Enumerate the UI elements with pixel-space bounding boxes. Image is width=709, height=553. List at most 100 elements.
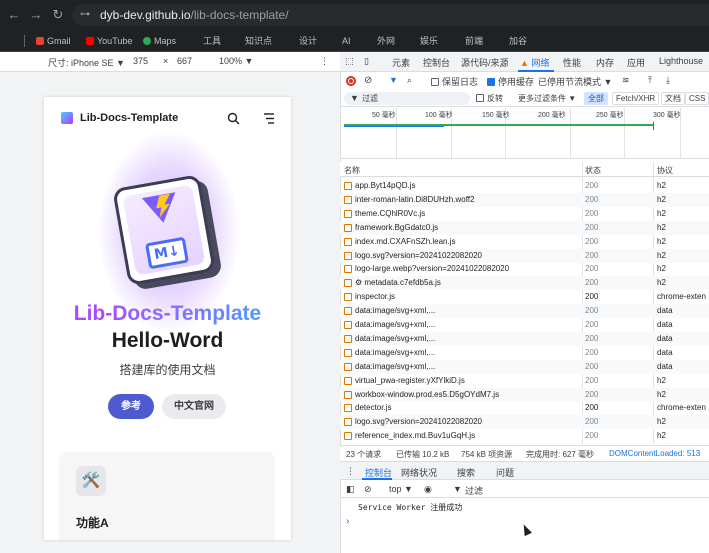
inspect-icon[interactable]: ⬚ bbox=[345, 56, 354, 67]
console-filter-input[interactable]: 过滤 bbox=[465, 484, 483, 497]
column-protocol[interactable]: 协议 bbox=[657, 165, 673, 176]
request-name[interactable]: detector.js bbox=[355, 403, 391, 412]
timeline-tick: 100 毫秒 bbox=[425, 112, 453, 119]
filter-all-chip[interactable]: 全部 bbox=[584, 92, 608, 105]
clear-icon[interactable]: ⊘ bbox=[364, 75, 372, 86]
feature-card[interactable]: 🛠️ 功能A bbox=[59, 452, 275, 540]
device-toggle-icon[interactable]: ▯ bbox=[364, 56, 369, 67]
request-name[interactable]: logo.svg?version=20241022082020 bbox=[355, 251, 482, 260]
bookmark-folder[interactable]: AI bbox=[342, 34, 351, 48]
request-name[interactable]: data:image/svg+xml,... bbox=[355, 306, 435, 315]
device-width-input[interactable]: 375 bbox=[133, 56, 148, 66]
bookmark-folder[interactable]: 知识点 bbox=[245, 34, 272, 48]
filter-css-chip[interactable]: CSS bbox=[685, 92, 709, 105]
tab-memory[interactable]: 内存 bbox=[596, 56, 614, 69]
preserve-log-checkbox[interactable]: 保留日志 bbox=[431, 75, 478, 88]
download-icon[interactable]: ⤓ bbox=[666, 75, 670, 86]
tab-performance[interactable]: 性能 bbox=[563, 56, 581, 69]
timeline-tick: 300 毫秒 bbox=[653, 112, 681, 119]
request-name[interactable]: workbox-window.prod.es5.D5gOYdM7.js bbox=[355, 390, 499, 399]
bookmark-folder[interactable]: 外网 bbox=[377, 34, 395, 48]
filter-doc-chip[interactable]: 文档 bbox=[661, 92, 685, 105]
column-name[interactable]: 名称 bbox=[344, 165, 360, 176]
console-prompt[interactable]: › bbox=[346, 516, 349, 527]
file-type-icon bbox=[344, 321, 352, 329]
request-name[interactable]: app.Byt14pQD.js bbox=[355, 181, 415, 190]
forward-icon[interactable]: → bbox=[28, 7, 44, 23]
request-name[interactable]: data:image/svg+xml,... bbox=[355, 334, 435, 343]
context-select[interactable]: top ▼ bbox=[389, 484, 413, 494]
request-name[interactable]: data:image/svg+xml,... bbox=[355, 362, 435, 371]
drawer-tab-search[interactable]: 搜索 bbox=[457, 466, 475, 479]
sidebar-toggle-icon[interactable]: ◧ bbox=[346, 484, 355, 495]
filter-fetch-chip[interactable]: Fetch/XHR bbox=[612, 92, 660, 105]
back-icon[interactable]: ← bbox=[6, 7, 22, 23]
official-site-button[interactable]: 中文官网 bbox=[162, 394, 226, 419]
reference-button[interactable]: 参考 bbox=[108, 394, 154, 419]
site-logo-icon[interactable] bbox=[61, 112, 73, 124]
upload-icon[interactable]: ⤒ bbox=[648, 75, 652, 86]
bookmark-folder[interactable]: 设计 bbox=[299, 34, 317, 48]
bookmark-folder[interactable]: 娱乐 bbox=[420, 34, 438, 48]
request-name[interactable]: theme.CQhlR0Vc.js bbox=[355, 209, 425, 218]
site-info-icon[interactable]: ⊶ bbox=[80, 9, 92, 21]
tab-sources[interactable]: 源代码/来源 bbox=[461, 56, 509, 69]
file-type-icon bbox=[344, 210, 352, 218]
invert-checkbox[interactable]: 反转 bbox=[476, 93, 503, 104]
clear-console-icon[interactable]: ⊘ bbox=[364, 484, 372, 495]
request-name[interactable]: data:image/svg+xml,... bbox=[355, 320, 435, 329]
wifi-icon[interactable]: ≋ bbox=[622, 75, 630, 86]
request-name[interactable]: framework.BgGdatc0.js bbox=[355, 223, 438, 232]
live-expression-icon[interactable]: ◉ bbox=[424, 484, 432, 495]
request-name[interactable]: inter-roman-latin.Di8DUHzh.woff2 bbox=[355, 195, 474, 204]
tab-console[interactable]: 控制台 bbox=[423, 56, 450, 69]
bookmark-folder[interactable]: 工具 bbox=[203, 34, 221, 48]
bookmark-gmail[interactable]: Gmail bbox=[36, 34, 71, 48]
request-name[interactable]: logo.svg?version=20241022082020 bbox=[355, 417, 482, 426]
site-title[interactable]: Lib-Docs-Template bbox=[80, 112, 178, 124]
search-network-icon[interactable]: ⌕ bbox=[407, 75, 412, 86]
tab-network[interactable]: ▲ 网络 bbox=[520, 56, 549, 69]
table-row[interactable] bbox=[340, 401, 709, 415]
filter-icon[interactable]: ▼ bbox=[389, 75, 398, 85]
request-name[interactable]: reference_index.md.Buv1uGqH.js bbox=[355, 431, 475, 440]
table-row[interactable] bbox=[340, 290, 709, 304]
file-type-icon bbox=[344, 279, 352, 287]
drawer-tab-issues[interactable]: 问题 bbox=[496, 466, 514, 479]
more-options-icon[interactable]: ⋮ bbox=[320, 56, 330, 67]
drawer-menu-icon[interactable]: ⋮ bbox=[346, 466, 355, 477]
more-filters-select[interactable]: 更多过滤条件 ▼ bbox=[518, 93, 576, 104]
bookmark-folder[interactable]: 前端 bbox=[465, 34, 483, 48]
bookmark-folder[interactable]: 加谷 bbox=[509, 34, 527, 48]
request-status: 200 bbox=[585, 223, 599, 232]
throttle-select[interactable]: 已停用节流模式 ▼ bbox=[538, 75, 612, 88]
tab-application[interactable]: 应用 bbox=[627, 56, 645, 69]
drawer-tab-network-conditions[interactable]: 网络状况 bbox=[401, 466, 437, 479]
tab-lighthouse[interactable]: Lighthouse bbox=[659, 56, 703, 66]
record-icon[interactable] bbox=[346, 76, 356, 86]
tab-elements[interactable]: 元素 bbox=[392, 56, 410, 69]
device-height-input[interactable]: 667 bbox=[177, 56, 192, 66]
device-select[interactable]: 尺寸: iPhone SE ▼ bbox=[48, 56, 125, 69]
request-status: 200 bbox=[585, 348, 599, 357]
request-name[interactable]: inspector.js bbox=[355, 292, 395, 301]
request-name[interactable]: virtual_pwa-register.yXfYlkiD.js bbox=[355, 376, 465, 385]
request-name[interactable]: ⚙ metadata.c7efdb5a.js bbox=[355, 278, 441, 287]
menu-icon[interactable] bbox=[263, 113, 275, 124]
url-text[interactable]: dyb-dev.github.io/lib-docs-template/ bbox=[100, 8, 289, 22]
zoom-select[interactable]: 100% ▼ bbox=[219, 56, 253, 66]
bookmark-maps[interactable]: Maps bbox=[143, 34, 176, 48]
request-name[interactable]: index.md.CXAFnSZh.lean.js bbox=[355, 237, 456, 246]
file-type-icon bbox=[344, 224, 352, 232]
request-name[interactable]: logo-large.webp?version=20241022082020 bbox=[355, 264, 509, 273]
disable-cache-checkbox[interactable]: 停用缓存 bbox=[487, 75, 534, 88]
reload-icon[interactable]: ↻ bbox=[50, 7, 66, 23]
timeline-tick: 200 毫秒 bbox=[538, 112, 566, 119]
bookmark-youtube[interactable]: YouTube bbox=[86, 34, 132, 48]
request-protocol: data bbox=[657, 306, 673, 315]
search-icon[interactable] bbox=[227, 112, 240, 125]
request-status: 200 bbox=[585, 237, 599, 246]
request-name[interactable]: data:image/svg+xml,... bbox=[355, 348, 435, 357]
file-type-icon bbox=[344, 196, 352, 204]
column-status[interactable]: 状态 bbox=[585, 165, 601, 176]
